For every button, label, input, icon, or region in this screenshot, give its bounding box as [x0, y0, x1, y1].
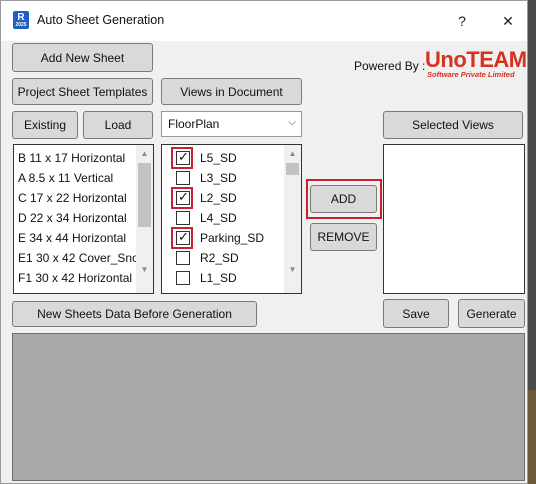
checkbox-highlight — [171, 147, 193, 169]
list-item[interactable]: E 34 x 44 Horizontal — [18, 228, 126, 248]
window-title: Auto Sheet Generation — [37, 13, 165, 27]
view-label[interactable]: L2_SD — [200, 188, 237, 208]
selected-views-list[interactable] — [383, 144, 525, 294]
list-item[interactable]: F1 30 x 42 Horizontal — [18, 268, 132, 288]
generate-button[interactable]: Generate — [458, 299, 525, 328]
view-label[interactable]: L1_SD — [200, 268, 237, 288]
existing-button[interactable]: Existing — [12, 111, 78, 139]
auto-sheet-generation-window: R 2025 Auto Sheet Generation ? ✕ Add New… — [0, 0, 528, 484]
view-label[interactable]: Parking_SD — [200, 228, 264, 248]
chevron-down-icon: ⌵ — [288, 117, 296, 128]
remove-button[interactable]: REMOVE — [310, 223, 377, 251]
templates-list[interactable]: B 11 x 17 Horizontal A 8.5 x 11 Vertical… — [13, 144, 154, 294]
revit-app-icon: R 2025 — [13, 11, 29, 29]
views-scrollbar[interactable]: ▲ ▼ — [284, 145, 301, 293]
add-button[interactable]: ADD — [310, 185, 377, 213]
title-bar: R 2025 Auto Sheet Generation ? ✕ — [1, 1, 527, 41]
view-checkbox[interactable] — [176, 251, 190, 265]
view-label[interactable]: L5_SD — [200, 148, 237, 168]
powered-by-label: Powered By : — [354, 59, 426, 73]
scroll-up-icon[interactable]: ▲ — [284, 147, 301, 161]
list-item[interactable]: E1 30 x 42 Cover_Snow — [18, 248, 147, 268]
views-in-document-button[interactable]: Views in Document — [161, 78, 302, 105]
scroll-thumb[interactable] — [286, 163, 299, 175]
dropdown-value: FloorPlan — [168, 117, 220, 131]
selected-views-button[interactable]: Selected Views — [383, 111, 523, 139]
new-sheets-data-button[interactable]: New Sheets Data Before Generation — [12, 301, 257, 327]
sheets-data-grid[interactable] — [12, 333, 525, 481]
help-button[interactable]: ? — [449, 11, 475, 31]
close-icon[interactable]: ✕ — [495, 11, 521, 31]
view-checkbox[interactable] — [176, 171, 190, 185]
load-button[interactable]: Load — [83, 111, 153, 139]
scroll-up-icon[interactable]: ▲ — [136, 147, 153, 161]
add-new-sheet-button[interactable]: Add New Sheet — [12, 43, 153, 72]
view-label[interactable]: L4_SD — [200, 208, 237, 228]
list-item[interactable]: A 8.5 x 11 Vertical — [18, 168, 113, 188]
view-type-dropdown[interactable]: FloorPlan ⌵ — [161, 111, 302, 137]
list-item[interactable]: B 11 x 17 Horizontal — [18, 148, 125, 168]
view-checkbox[interactable] — [176, 271, 190, 285]
logo-text: UnoTEAM — [425, 47, 527, 72]
project-sheet-templates-button[interactable]: Project Sheet Templates — [12, 78, 153, 105]
views-list[interactable]: L5_SDL3_SDL2_SDL4_SDParking_SDR2_SDL1_SD… — [161, 144, 302, 294]
list-item[interactable]: C 17 x 22 Horizontal — [18, 188, 127, 208]
view-checkbox[interactable] — [176, 211, 190, 225]
scroll-down-icon[interactable]: ▼ — [136, 263, 153, 277]
list-item[interactable]: D 22 x 34 Horizontal — [18, 208, 127, 228]
templates-scrollbar[interactable]: ▲ ▼ — [136, 145, 153, 293]
checkbox-highlight — [171, 187, 193, 209]
scroll-down-icon[interactable]: ▼ — [284, 263, 301, 277]
save-button[interactable]: Save — [383, 299, 449, 328]
view-label[interactable]: R2_SD — [200, 248, 239, 268]
scroll-thumb[interactable] — [138, 163, 151, 227]
logo-subtext: Software Private Limited — [427, 70, 515, 79]
unoteam-logo: UnoTEAM Software Private Limited — [425, 47, 527, 82]
view-label[interactable]: L3_SD — [200, 168, 237, 188]
checkbox-highlight — [171, 227, 193, 249]
